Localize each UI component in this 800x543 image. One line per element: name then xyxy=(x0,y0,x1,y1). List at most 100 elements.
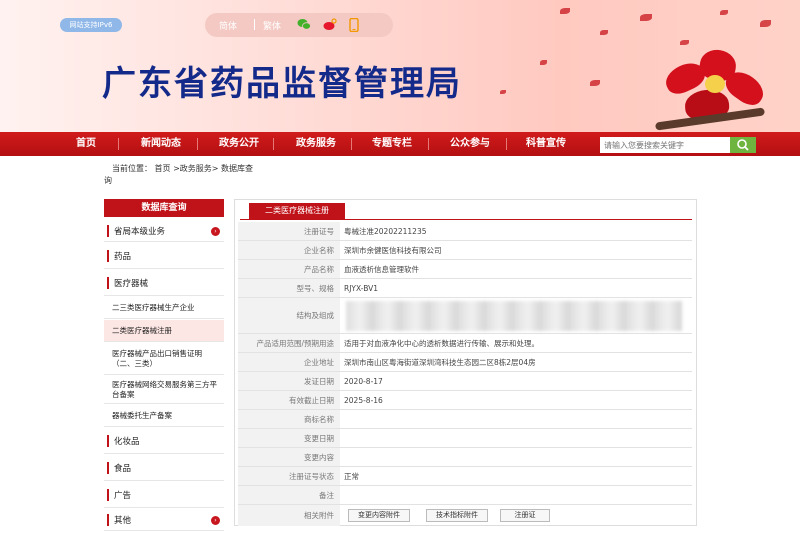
sidebar-item-label: 药品 xyxy=(114,251,132,262)
row-label: 注册证号 xyxy=(238,222,340,240)
search-input[interactable] xyxy=(600,137,730,153)
sidebar-item-medical-devices[interactable]: 医疗器械 xyxy=(104,270,224,296)
sidebar-item-province-business[interactable]: 省局本级业务 › xyxy=(104,220,224,242)
tab-underline xyxy=(240,219,692,220)
redacted-content xyxy=(346,301,682,331)
sidebar-item-class2-registration[interactable]: 二类医疗器械注册 xyxy=(104,320,224,342)
breadcrumb-path[interactable]: 首页 >政务服务> 数据库查 xyxy=(155,164,254,173)
detail-row-change-date: 变更日期 xyxy=(238,429,692,448)
sidebar-item-label: 二类医疗器械注册 xyxy=(112,325,172,335)
sidebar-item-label: 化妆品 xyxy=(114,436,140,447)
sidebar-item-label: 医疗器械 xyxy=(114,278,149,289)
nav-divider xyxy=(351,138,352,150)
sidebar-item-device-manufacturers[interactable]: 二三类医疗器械生产企业 xyxy=(104,297,224,319)
sidebar-item-cosmetics[interactable]: 化妆品 xyxy=(104,428,224,454)
detail-row-change-content: 变更内容 xyxy=(238,448,692,467)
nav-item-government-affairs[interactable]: 政务公开 xyxy=(209,132,269,156)
petal-decoration xyxy=(600,30,608,35)
row-value: 正常 xyxy=(344,471,359,481)
nav-item-government-services[interactable]: 政务服务 xyxy=(286,132,346,156)
chevron-right-icon: › xyxy=(211,515,220,525)
detail-row-expiry-date: 有效截止日期 2025-8-16 xyxy=(238,391,692,410)
row-value xyxy=(344,429,692,447)
sidebar-item-label: 广告 xyxy=(114,490,132,501)
row-value xyxy=(344,410,692,428)
topbar-tools: 简体 繁体 xyxy=(205,13,393,37)
sidebar-item-label: 医疗器械网络交易服务第三方平台备案 xyxy=(112,379,217,399)
row-label: 备注 xyxy=(238,486,340,504)
mobile-icon[interactable] xyxy=(349,17,363,33)
row-label: 变更内容 xyxy=(238,448,340,466)
row-label: 型号、规格 xyxy=(238,279,340,297)
nav-item-public-participation[interactable]: 公众参与 xyxy=(440,132,500,156)
row-label: 结构及组成 xyxy=(238,298,340,333)
sidebar-item-contract-manufacturing[interactable]: 器械委托生产备案 xyxy=(104,405,224,427)
nav-item-home[interactable]: 首页 xyxy=(56,132,116,156)
row-value: 2020-8-17 xyxy=(344,376,383,386)
sidebar-item-label: 二三类医疗器械生产企业 xyxy=(112,302,195,312)
row-value: 适用于对血液净化中心的透析数据进行传输、展示和处理。 xyxy=(344,338,539,348)
breadcrumb: 当前位置： 首页 >政务服务> 数据库查 xyxy=(112,163,253,174)
lang-divider xyxy=(254,19,255,30)
petal-decoration xyxy=(640,14,652,21)
kapok-flower-image xyxy=(654,45,775,131)
detail-row-registration-number: 注册证号 粤械注准20202211235 xyxy=(238,222,692,241)
sidebar-item-food[interactable]: 食品 xyxy=(104,455,224,481)
row-value: 深圳市南山区粤海街道深圳湾科技生态园二区8栋2层04房 xyxy=(344,357,536,367)
sidebar-item-advertising[interactable]: 广告 xyxy=(104,482,224,508)
nav-divider xyxy=(428,138,429,150)
nav-divider xyxy=(197,138,198,150)
change-content-attachment-button[interactable]: 变更内容附件 xyxy=(348,509,410,522)
detail-row-trademark: 商标名称 xyxy=(238,410,692,429)
sidebar-item-label: 省局本级业务 xyxy=(114,226,166,237)
nav-item-news[interactable]: 新闻动态 xyxy=(131,132,191,156)
lang-simplified-link[interactable]: 简体 xyxy=(219,19,237,32)
sidebar-item-other[interactable]: 其他 › xyxy=(104,509,224,531)
breadcrumb-prefix: 当前位置： xyxy=(112,164,152,173)
registration-certificate-button[interactable]: 注册证 xyxy=(500,509,550,522)
row-label: 有效截止日期 xyxy=(238,391,340,409)
petal-decoration xyxy=(720,10,728,15)
sidebar-item-label: 其他 xyxy=(114,515,132,526)
search-button[interactable] xyxy=(730,137,756,153)
detail-row-attachments: 相关附件 变更内容附件 技术指标附件 注册证 xyxy=(238,505,692,526)
detail-row-status: 注册证号状态 正常 xyxy=(238,467,692,486)
weibo-icon[interactable] xyxy=(323,18,337,31)
petal-decoration xyxy=(500,90,506,94)
petal-decoration xyxy=(540,60,547,65)
detail-row-company-name: 企业名称 深圳市余健医信科技有限公司 xyxy=(238,241,692,260)
detail-row-remarks: 备注 xyxy=(238,486,692,505)
detail-row-model-spec: 型号、规格 RJYX-BV1 xyxy=(238,279,692,298)
row-value: 粤械注准20202211235 xyxy=(344,226,427,236)
tab-class2-registration[interactable]: 二类医疗器械注册 xyxy=(249,203,345,219)
nav-divider xyxy=(118,138,119,150)
sidebar-item-label: 器械委托生产备案 xyxy=(112,410,172,420)
row-label: 注册证号状态 xyxy=(238,467,340,485)
technical-spec-attachment-button[interactable]: 技术指标附件 xyxy=(426,509,488,522)
row-label: 产品适用范围/预期用途 xyxy=(238,334,340,352)
row-label: 变更日期 xyxy=(238,429,340,447)
sidebar-item-label: 医疗器械产品出口销售证明（二、三类） xyxy=(112,348,202,368)
wechat-icon[interactable] xyxy=(297,18,311,31)
sidebar-item-label: 食品 xyxy=(114,463,132,474)
row-value: 血液透析信息管理软件 xyxy=(344,264,419,274)
row-value xyxy=(344,448,692,466)
detail-row-intended-use: 产品适用范围/预期用途 适用于对血液净化中心的透析数据进行传输、展示和处理。 xyxy=(238,334,692,353)
main-nav: 首页 新闻动态 政务公开 政务服务 专题专栏 公众参与 科普宣传 xyxy=(0,132,800,156)
site-title: 广东省药品监督管理局 xyxy=(102,64,462,104)
sidebar-item-export-certificates[interactable]: 医疗器械产品出口销售证明（二、三类） xyxy=(104,343,224,375)
row-label: 产品名称 xyxy=(238,260,340,278)
breadcrumb-wrap: 询 xyxy=(104,176,112,185)
sidebar-item-drugs[interactable]: 药品 xyxy=(104,243,224,269)
sidebar-item-online-trading-platforms[interactable]: 医疗器械网络交易服务第三方平台备案 xyxy=(104,376,224,404)
nav-divider xyxy=(506,138,507,150)
row-label: 企业名称 xyxy=(238,241,340,259)
nav-item-science[interactable]: 科普宣传 xyxy=(516,132,576,156)
nav-item-topics[interactable]: 专题专栏 xyxy=(362,132,422,156)
sidebar-header: 数据库查询 xyxy=(104,199,224,217)
ipv6-badge[interactable]: 网站支持IPv6 xyxy=(60,18,122,32)
nav-divider xyxy=(273,138,274,150)
row-label: 发证日期 xyxy=(238,372,340,390)
detail-row-structure: 结构及组成 xyxy=(238,298,692,334)
lang-traditional-link[interactable]: 繁体 xyxy=(263,19,281,32)
